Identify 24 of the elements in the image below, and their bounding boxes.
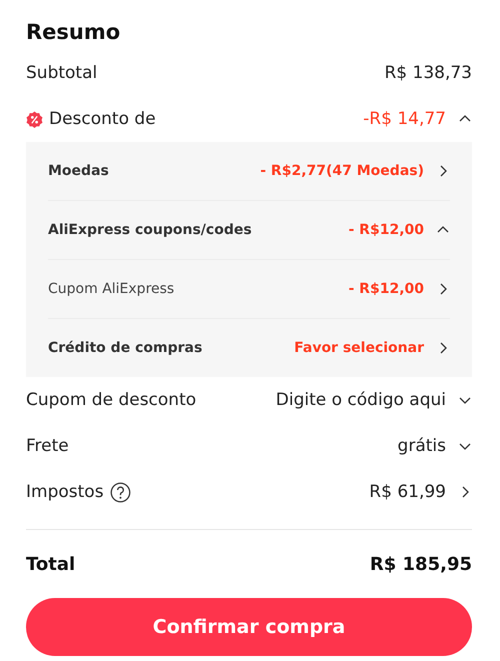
discount-item-label: Cupom AliExpress: [48, 281, 174, 297]
discount-icon: [26, 110, 43, 128]
discount-item-label: Crédito de compras: [48, 340, 202, 356]
discount-item-label: Moedas: [48, 163, 109, 179]
row-value: Digite o código aqui: [276, 390, 446, 410]
discount-item-value: - R$12,00: [348, 281, 424, 297]
total-value: R$ 185,95: [370, 554, 472, 574]
row-label: Subtotal: [26, 63, 98, 83]
row-value: R$ 138,73: [384, 63, 472, 83]
discount-item-value: Favor selecionar: [294, 340, 424, 356]
discount-item-value: - R$2,77(47 Moedas): [260, 163, 424, 179]
row-label: Impostos: [26, 482, 104, 502]
help-icon[interactable]: [110, 482, 131, 502]
discount-item-value: - R$12,00: [348, 222, 424, 238]
discount-value: -R$ 14,77: [363, 109, 446, 129]
row-value: R$ 61,99: [369, 482, 446, 502]
confirm-button[interactable]: Confirmar compra: [26, 598, 472, 656]
row-label: Cupom de desconto: [26, 390, 196, 410]
row-label: Frete: [26, 436, 69, 456]
discount-item-label: AliExpress coupons/codes: [48, 222, 252, 238]
section-title: Resumo: [26, 19, 122, 46]
total-label: Total: [26, 554, 76, 574]
row-label: Desconto de: [49, 109, 156, 129]
row-value: grátis: [398, 436, 446, 456]
